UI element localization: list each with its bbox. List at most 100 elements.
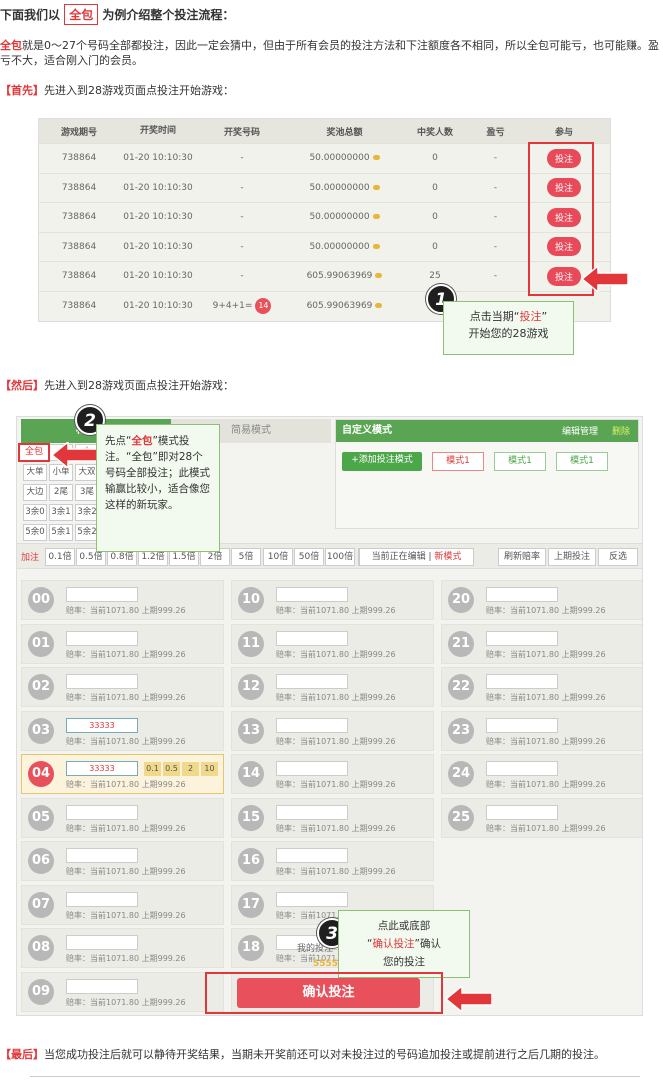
confirm-bet-button[interactable]: 确认投注 [237,978,420,1008]
odds-text: 赔率：当前1071.80 上期999.26 [276,693,396,702]
number-cell[interactable]: 06 赔率：当前1071.80 上期999.26 [21,841,224,881]
all-mode-highlight[interactable]: 全包 [18,443,50,462]
odds-text: 赔率：当前1071.80 上期999.26 [66,780,186,789]
bet-amount-input[interactable] [276,804,348,820]
step3-text: 当您成功投注后就可以静待开奖结果，当期未开奖前还可以对未投注过的号码追加投注或提… [44,1048,605,1061]
number-ball: 04 [28,761,54,787]
number-cell[interactable]: 25 赔率：当前1071.80 上期999.26 [441,797,642,838]
bet-amount-input[interactable]: 33333 [66,761,138,776]
table-cell: 01-20 10:10:30 [123,153,193,164]
quick-amount-button[interactable]: 10 [201,762,218,776]
bet-amount-input[interactable] [66,674,138,689]
arrow-left-icon [52,442,98,468]
table-cell: 738864 [61,300,97,311]
bet-amount-input[interactable] [66,587,138,602]
table-header-cell: 开奖时间 [139,126,176,136]
number-cell[interactable]: 14 赔率：当前1071.80 上期999.26 [231,754,434,794]
table-header-cell: 中奖人数 [416,127,453,138]
number-cell[interactable]: 07 赔率：当前1071.80 上期999.26 [21,884,224,925]
bet-amount-input[interactable]: 33333 [66,717,138,733]
table-header-cell: 开奖号码 [223,127,260,138]
number-cell[interactable]: 12 赔率：当前1071.80 上期999.26 [231,667,434,707]
number-ball: 17 [238,891,264,918]
odds-text: 赔率：当前1071.80 上期999.26 [66,649,186,659]
callout1-text-a: 点击当期“ [469,310,520,323]
step2-text: 先进入到28游戏页面点投注开始游戏： [44,379,234,392]
bet-amount-input[interactable] [66,848,138,863]
description: 全包就是0～27个号码全部都投注，因此一定会猜中，但由于所有会员的投注方法和下注… [0,38,660,68]
odds-text: 赔率：当前1071.80 上期999.26 [276,867,396,876]
table-cell: - [240,271,244,282]
coin-icon [375,273,383,279]
number-ball: 09 [28,978,54,1005]
quick-amount-button[interactable]: 2 [182,762,199,776]
bet-amount-input[interactable] [486,674,558,689]
table-row: 738864 01-20 10:10:30-605.99063969 25- 投注 [39,261,610,291]
odds-text: 赔率：当前1071.80 上期999.26 [276,823,396,833]
number-cell[interactable]: 05 赔率：当前1071.80 上期999.26 [21,797,224,838]
number-cell[interactable]: 03 33333 赔率：当前1071.80 上期999.26 [21,710,224,751]
bet-amount-input[interactable] [276,630,348,646]
bet-amount-input[interactable] [486,761,558,776]
coin-icon [372,184,380,190]
number-cell[interactable]: 11 赔率：当前1071.80 上期999.26 [231,623,434,664]
draw-table-body: 738864 01-20 10:10:30 - 50.00000000 0 - 投注 7388… [39,143,610,320]
odds-text: 赔率：当前1071.80 上期999.26 [66,997,186,1007]
quick-amount-button[interactable]: 0.5 [163,762,180,776]
bet-amount-input[interactable] [486,587,558,602]
number-cell[interactable]: 23 赔率：当前1071.80 上期999.26 [441,710,642,751]
number-ball: 02 [28,674,54,700]
number-cell[interactable]: 02 赔率：当前1071.80 上期999.26 [21,667,224,707]
bet-amount-input[interactable] [276,587,348,602]
step1-label: 【首先】 [0,84,44,97]
table-cell: 50.00000000 [287,242,402,252]
number-cell[interactable]: 24 赔率：当前1071.80 上期999.26 [441,754,642,794]
number-cell[interactable]: 21 赔率：当前1071.80 上期999.26 [441,623,642,664]
bet-amount-input[interactable] [276,848,348,863]
bet-amount-input[interactable] [276,891,348,907]
table-header-cell: 奖池总额 [326,127,363,138]
table-cell: - [493,271,498,282]
bet-amount-input[interactable] [276,761,348,776]
bet-amount-input[interactable] [276,674,348,689]
number-cell[interactable]: 04 33333 0.1 0.5 2 10 赔率：当前1071.80 上期999.26 [21,754,224,794]
table-cell: - [493,153,498,164]
bet-amount-input[interactable] [66,891,138,907]
table-cell: 9+4+1= 14 [197,297,287,314]
number-cell[interactable]: 00 赔率：当前1071.80 上期999.26 [21,580,224,620]
pool-value: 50.00000000 [309,212,370,223]
number-ball: 05 [28,804,54,831]
intro-prefix: 下面我们以 [0,8,61,22]
number-cell[interactable]: 01 赔率：当前1071.80 上期999.26 [21,623,224,664]
number-cell[interactable]: 22 赔率：当前1071.80 上期999.26 [441,667,642,707]
bet-amount-input[interactable] [66,935,138,950]
number-ball: 06 [28,848,54,874]
number-ball: 07 [28,891,54,918]
number-cell[interactable]: 08 赔率：当前1071.80 上期999.26 [21,928,224,968]
bet-amount-input[interactable] [486,804,558,820]
number-ball: 13 [238,717,264,744]
table-cell: 01-20 10:10:30 [123,212,193,223]
number-ball: 01 [28,630,54,657]
number-cell[interactable]: 10 赔率：当前1071.80 上期999.26 [231,580,434,620]
bet-amount-input[interactable] [486,717,558,733]
callout-2: 先点“全包”模式投注。“全包”即对28个号码全部投注；此模式输赢比较小，适合像您… [96,424,220,552]
bet-amount-input[interactable] [66,804,138,820]
number-cell[interactable]: 15 赔率：当前1071.80 上期999.26 [231,797,434,838]
bet-amount-input[interactable] [66,978,138,994]
step3-label: 【最后】 [0,1048,44,1061]
arrow-left-icon [446,986,492,1012]
table-row: 738864 01-20 10:10:30-50.00000000 0- 投注 [39,172,610,203]
table-cell: - [240,212,244,223]
bet-amount-input[interactable] [66,630,138,646]
number-cell[interactable]: 16 赔率：当前1071.80 上期999.26 [231,841,434,881]
number-cell[interactable]: 13 赔率：当前1071.80 上期999.26 [231,710,434,751]
number-ball: 16 [238,848,264,874]
number-cell[interactable]: 20 赔率：当前1071.80 上期999.26 [441,580,642,620]
bet-amount-input[interactable] [276,717,348,733]
quick-amount-button[interactable]: 0.1 [144,762,161,776]
table-cell: 0 [432,153,438,164]
bet-amount-input[interactable] [486,630,558,646]
number-cell[interactable]: 09 赔率：当前1071.80 上期999.26 [21,971,224,1012]
odds-text: 赔率：当前1071.80 上期999.26 [66,693,186,702]
